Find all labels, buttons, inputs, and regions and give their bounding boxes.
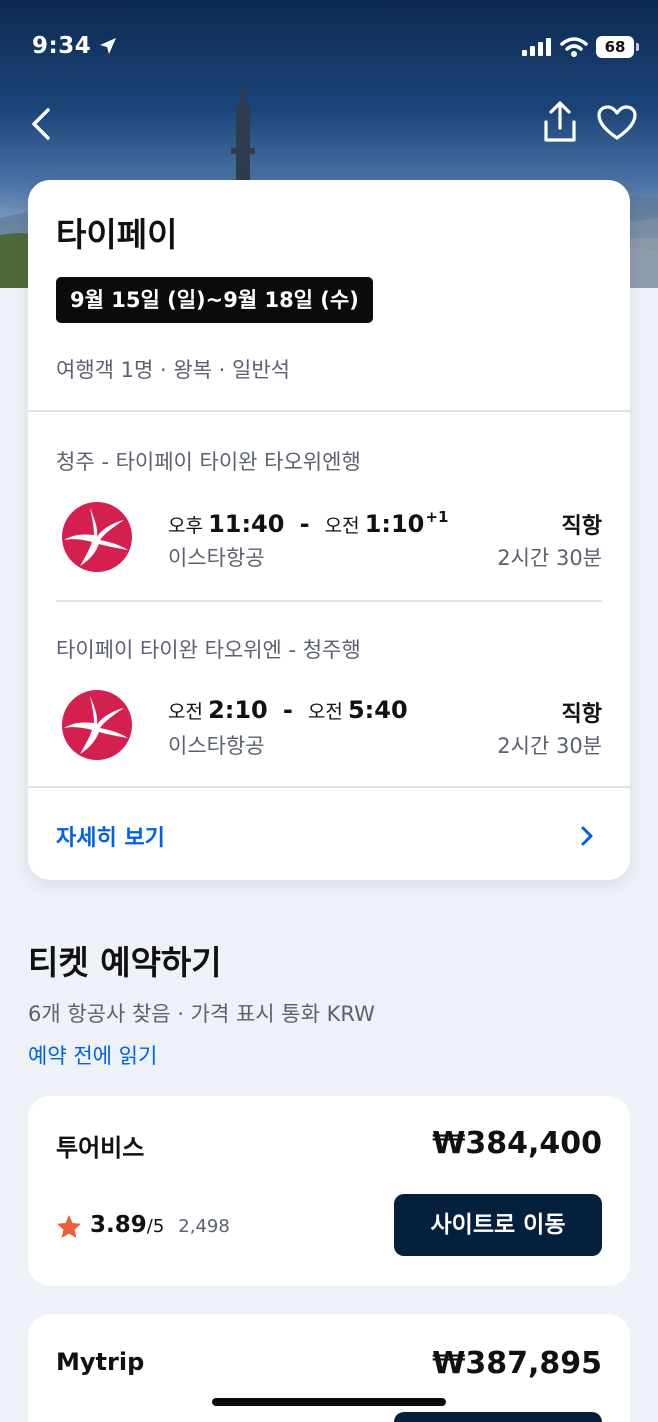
heart-icon[interactable]	[596, 104, 638, 142]
arrival-time: 5:40	[347, 696, 408, 724]
trip-summary-card: 타이페이 9월 15일 (일)~9월 18일 (수) 여행객 1명 · 왕복 ·…	[28, 180, 630, 880]
review-count: 2,498	[178, 1216, 230, 1237]
view-details-row[interactable]: 자세히 보기	[28, 790, 630, 880]
share-icon[interactable]	[540, 100, 580, 144]
home-indicator[interactable]	[212, 1398, 446, 1406]
chevron-left-icon[interactable]	[26, 104, 60, 144]
offer-price: ₩384,400	[432, 1126, 602, 1161]
outbound-duration: 2시간 30분	[497, 546, 602, 570]
battery-cap	[636, 43, 639, 51]
departure-ampm: 오후	[168, 515, 203, 537]
arrival-time: 1:10	[364, 510, 425, 538]
go-to-site-button[interactable]: 사이트로 이동	[394, 1194, 602, 1256]
trip-dates-chip: 9월 15일 (일)~9월 18일 (수)	[56, 277, 373, 323]
return-route: 타이페이 타이완 타오위엔 - 청주행	[56, 638, 361, 662]
booking-section-title: 티켓 예약하기	[28, 943, 222, 982]
chevron-right-icon[interactable]	[578, 825, 596, 847]
departure-ampm: 오전	[168, 701, 203, 723]
time-separator: -	[282, 696, 293, 724]
departure-time: 2:10	[208, 696, 268, 724]
location-arrow-icon	[100, 38, 116, 54]
trip-meta: 여행객 1명 · 왕복 · 일반석	[56, 358, 290, 382]
offer-provider-name: 투어비스	[56, 1134, 145, 1162]
outbound-airline: 이스타항공	[168, 546, 265, 570]
return-airline: 이스타항공	[168, 734, 265, 758]
divider	[28, 410, 630, 412]
rating-score: 3.89	[90, 1212, 147, 1238]
go-to-site-button[interactable]	[394, 1412, 602, 1422]
outbound-stops: 직항	[561, 514, 602, 539]
time-separator: -	[299, 510, 310, 538]
outbound-times: 오후 11:40 - 오전 1:10+1	[168, 508, 448, 538]
wifi-icon	[560, 37, 588, 57]
read-before-booking-link[interactable]: 예약 전에 읽기	[28, 1040, 157, 1070]
offer-price: ₩387,895	[432, 1346, 602, 1381]
eastar-jet-logo	[62, 690, 132, 760]
rating-max: /5	[146, 1216, 165, 1237]
flight-detail-screen: 9:34 68 타이페이 9월 15일 (일)~9월 18일 (수) 여행객 1…	[0, 0, 658, 1422]
outbound-route: 청주 - 타이페이 타이완 타오위엔행	[56, 450, 361, 474]
view-details-link[interactable]: 자세히 보기	[56, 820, 165, 852]
status-time: 9:34	[32, 33, 92, 59]
battery-indicator: 68	[596, 36, 634, 58]
return-times: 오전 2:10 - 오전 5:40	[168, 696, 408, 724]
return-duration: 2시간 30분	[497, 734, 602, 758]
arrival-ampm: 오전	[324, 515, 360, 537]
divider	[56, 600, 602, 602]
cellular-signal-icon	[522, 38, 551, 56]
offer-card: 투어비스 ₩384,400 3.89/5 2,498 사이트로 이동	[28, 1096, 630, 1286]
star-icon	[57, 1215, 81, 1238]
return-stops: 직항	[561, 702, 602, 727]
departure-time: 11:40	[208, 510, 285, 538]
status-bar: 9:34 68	[0, 0, 658, 96]
destination-title: 타이페이	[56, 215, 178, 254]
eastar-jet-logo	[62, 502, 132, 572]
provider-rating: 3.89/5 2,498	[90, 1212, 230, 1238]
offer-provider-name: Mytrip	[56, 1348, 145, 1376]
booking-meta: 6개 항공사 찾음 · 가격 표시 통화 KRW	[28, 1002, 375, 1026]
arrival-ampm: 오전	[307, 701, 343, 723]
divider	[28, 786, 630, 788]
arrival-day-offset: +1	[425, 508, 449, 526]
